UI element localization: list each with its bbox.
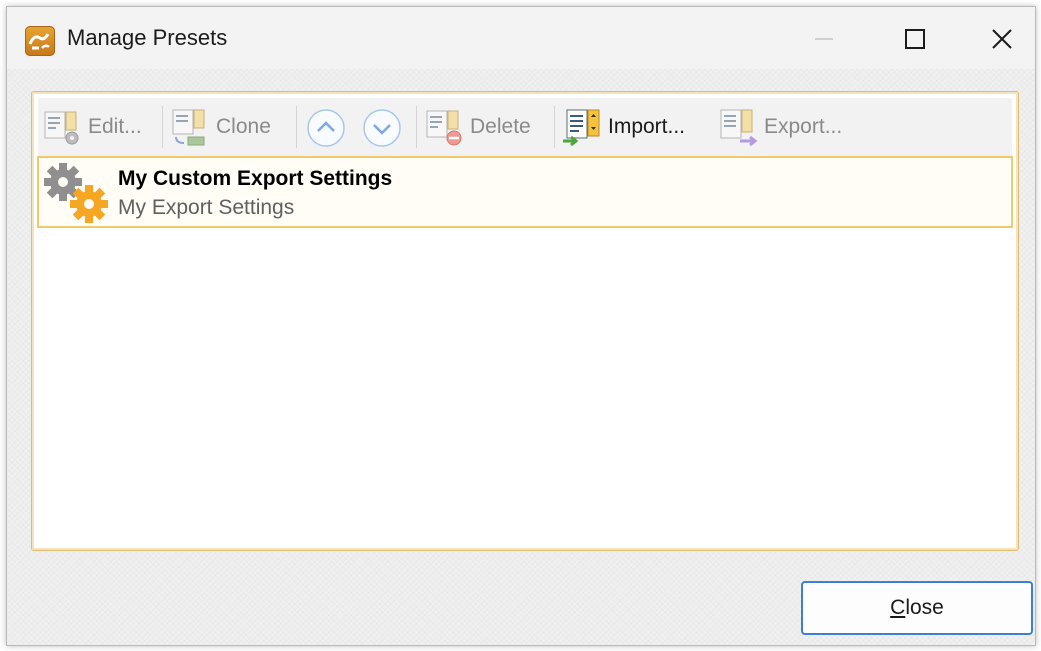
delete-icon	[426, 110, 462, 146]
clone-label: Clone	[216, 115, 271, 138]
toolbar-separator	[162, 106, 163, 148]
move-up-button[interactable]	[306, 108, 346, 148]
move-down-button[interactable]	[362, 108, 402, 148]
edit-label: Edit...	[88, 115, 142, 138]
gear-icon	[43, 162, 113, 226]
clone-icon	[172, 109, 205, 146]
export-button[interactable]: Export...	[718, 103, 842, 151]
toolbar-separator	[554, 106, 555, 148]
edit-button[interactable]: Edit...	[42, 103, 142, 151]
move-down-icon	[363, 109, 401, 147]
move-up-icon	[307, 109, 345, 147]
presets-panel: Edit... Clone Delete Import... Export...…	[31, 91, 1019, 551]
list-item[interactable]: My Custom Export Settings My Export Sett…	[37, 156, 1013, 228]
preset-title: My Custom Export Settings	[118, 167, 393, 190]
preset-subtitle: My Export Settings	[118, 196, 295, 219]
minimize-button[interactable]	[805, 21, 845, 57]
title-bar: Manage Presets	[7, 7, 1035, 69]
import-button[interactable]: Import...	[562, 103, 685, 151]
minimize-icon	[815, 38, 833, 40]
export-label: Export...	[764, 115, 843, 138]
close-label-rest: lose	[905, 596, 944, 619]
window-title: Manage Presets	[67, 25, 228, 50]
presets-panel-frame: Edit... Clone Delete Import... Export...…	[32, 92, 1018, 550]
manage-presets-dialog: Manage Presets Edit... Clone Delete Impo…	[6, 6, 1036, 646]
toolbar-separator	[416, 106, 417, 148]
close-accelerator: C	[890, 596, 906, 619]
close-icon	[992, 29, 1012, 49]
presets-toolbar: Edit... Clone Delete Import... Export...	[38, 98, 1012, 157]
clone-button[interactable]: Clone	[170, 103, 271, 151]
delete-label: Delete	[470, 115, 531, 138]
import-label: Import...	[608, 115, 686, 138]
import-icon	[563, 109, 600, 147]
close-button[interactable]: Close	[801, 581, 1033, 635]
export-icon	[720, 109, 758, 147]
maximize-button[interactable]	[895, 21, 935, 57]
app-icon	[25, 26, 55, 56]
delete-button[interactable]: Delete	[424, 103, 531, 151]
maximize-icon	[905, 29, 925, 49]
edit-icon	[44, 111, 79, 145]
toolbar-separator	[296, 106, 297, 148]
close-window-button[interactable]	[982, 21, 1022, 57]
